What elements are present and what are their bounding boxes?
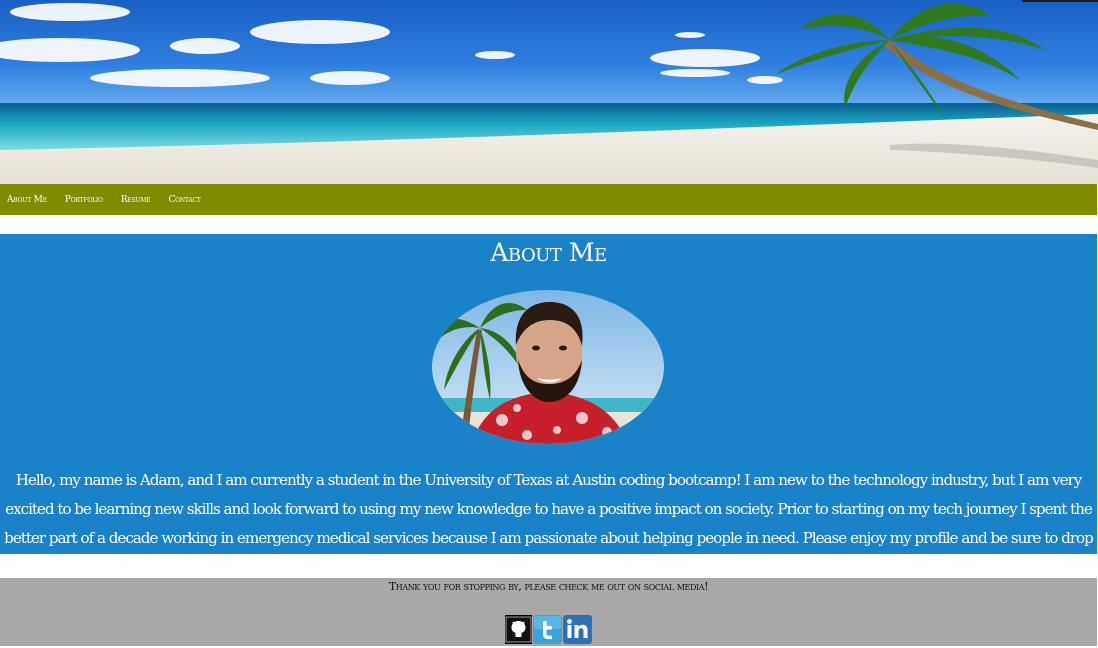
banner-corner-bar <box>1022 0 1098 2</box>
footer-message: Thank you for stopping by, please check … <box>388 580 709 593</box>
linkedin-link[interactable] <box>563 615 592 644</box>
beach-banner-image <box>0 3 1098 184</box>
twitter-link[interactable] <box>533 615 562 644</box>
social-links <box>505 615 592 644</box>
github-link[interactable] <box>505 615 532 644</box>
hero-banner <box>0 0 1098 184</box>
nav-link-resume[interactable]: Resume <box>121 195 151 205</box>
about-bio: Hello, my name is Adam, and I am current… <box>4 471 1094 576</box>
nav-link-contact[interactable]: Contact <box>168 195 200 205</box>
linkedin-icon <box>563 615 592 644</box>
main-nav: About Me Portfolio Resume Contact <box>0 184 1097 215</box>
nav-link-portfolio[interactable]: Portfolio <box>65 195 103 205</box>
twitter-icon <box>533 615 562 644</box>
profile-photo <box>432 290 664 444</box>
about-title: About Me <box>490 238 607 267</box>
nav-link-about-me[interactable]: About Me <box>7 195 47 205</box>
github-icon <box>505 615 532 644</box>
